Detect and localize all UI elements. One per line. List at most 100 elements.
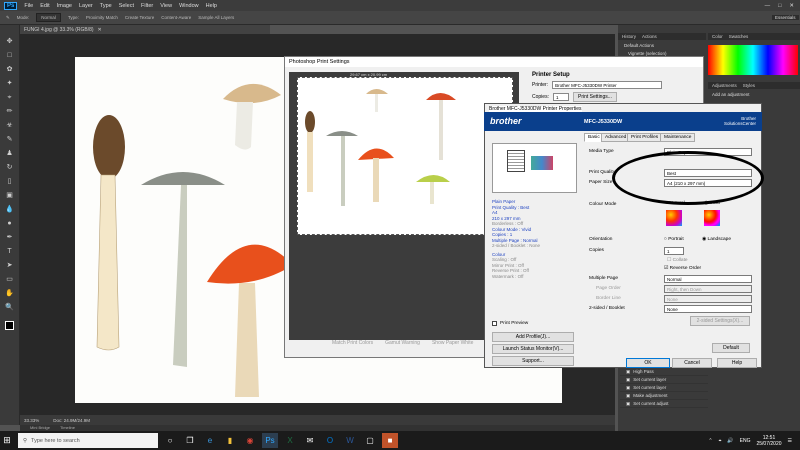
hand-tool-icon[interactable]: ✋: [5, 289, 14, 298]
quick-select-tool-icon[interactable]: ✦: [5, 79, 14, 88]
excel-icon[interactable]: X: [282, 433, 298, 448]
task-view-icon[interactable]: ❐: [182, 433, 198, 448]
close-icon[interactable]: ✕: [789, 3, 794, 9]
move-tool-icon[interactable]: ✥: [5, 37, 14, 46]
menu-view[interactable]: View: [160, 3, 172, 9]
collate-checkbox[interactable]: ☐ Collate: [667, 258, 688, 263]
printer-select[interactable]: Brother MFC-J5330DW Printer: [552, 81, 663, 89]
portrait-radio[interactable]: ○ Portrait: [664, 237, 684, 242]
chrome-icon[interactable]: ◉: [242, 433, 258, 448]
history-item[interactable]: ▣ Set current adjust: [620, 400, 708, 408]
menu-select[interactable]: Select: [119, 3, 134, 9]
tab-maintenance[interactable]: Maintenance: [660, 133, 696, 142]
cancel-button[interactable]: Cancel: [672, 358, 712, 368]
gradient-tool-icon[interactable]: ▣: [5, 191, 14, 200]
document-tab[interactable]: FUNGI 4.jpg @ 33.3% (RGB/8) ✕: [20, 25, 270, 34]
store-icon[interactable]: ▢: [362, 433, 378, 448]
eraser-tool-icon[interactable]: ▯: [5, 177, 14, 186]
color-spectrum[interactable]: [708, 45, 798, 75]
reverse-order-checkbox[interactable]: ☑ Reverse Order: [664, 266, 701, 271]
brush-tool-icon[interactable]: ✎: [5, 135, 14, 144]
menu-filter[interactable]: Filter: [141, 3, 153, 9]
support-button[interactable]: Support...: [492, 356, 574, 366]
brush-tool-icon[interactable]: ✎: [6, 15, 10, 21]
type-tool-icon[interactable]: T: [5, 247, 14, 256]
tray-expand-icon[interactable]: ⌃: [708, 438, 712, 444]
dodge-tool-icon[interactable]: ●: [5, 219, 14, 228]
gamut-warning-checkbox[interactable]: Gamut Warning: [385, 340, 420, 348]
windows-start-icon[interactable]: ⊞: [0, 431, 14, 450]
border-line-select[interactable]: None: [664, 295, 752, 303]
tab-print-profiles[interactable]: Print Profiles: [627, 133, 663, 142]
network-icon[interactable]: ⌖: [719, 438, 722, 444]
eyedropper-tool-icon[interactable]: ✏: [5, 107, 14, 116]
lasso-tool-icon[interactable]: ✿: [5, 65, 14, 74]
outlook-icon[interactable]: O: [322, 433, 338, 448]
blur-tool-icon[interactable]: 💧: [5, 205, 14, 214]
clone-stamp-tool-icon[interactable]: ♟: [5, 149, 14, 158]
tab-color[interactable]: Color: [712, 34, 723, 39]
tab-history[interactable]: History: [622, 34, 636, 39]
tab-advanced[interactable]: Advanced: [601, 133, 631, 142]
marquee-tool-icon[interactable]: □: [5, 51, 14, 60]
word-icon[interactable]: W: [342, 433, 358, 448]
notifications-icon[interactable]: ☰: [788, 438, 792, 444]
status-monitor-button[interactable]: Launch Status Monitor(V)...: [492, 344, 574, 354]
history-item[interactable]: ▣ High Pass: [620, 368, 708, 376]
mail-icon[interactable]: ✉: [302, 433, 318, 448]
menu-help[interactable]: Help: [206, 3, 217, 9]
tab-styles[interactable]: Styles: [743, 83, 755, 88]
zoom-level[interactable]: 33.33%: [24, 418, 39, 423]
print-preview-checkbox[interactable]: [492, 321, 497, 326]
edge-icon[interactable]: e: [202, 433, 218, 448]
menu-file[interactable]: File: [24, 3, 33, 9]
copies-spinner[interactable]: 1: [664, 247, 684, 255]
language-indicator[interactable]: ENG: [740, 438, 751, 444]
crop-tool-icon[interactable]: ⌖: [5, 93, 14, 102]
menu-layer[interactable]: Layer: [79, 3, 93, 9]
mode-select[interactable]: Normal: [36, 13, 61, 22]
maximize-icon[interactable]: □: [778, 3, 781, 9]
file-explorer-icon[interactable]: ▮: [222, 433, 238, 448]
menu-type[interactable]: Type: [100, 3, 112, 9]
match-print-colors-checkbox[interactable]: Match Print Colors: [332, 340, 373, 348]
cortana-icon[interactable]: ○: [162, 433, 178, 448]
app-icon[interactable]: ■: [382, 433, 398, 448]
taskbar-search-box[interactable]: ⚲ Type here to search: [18, 433, 158, 448]
tab-adjustments[interactable]: Adjustments: [712, 83, 737, 88]
help-button[interactable]: Help: [717, 358, 757, 368]
create-texture-radio[interactable]: Create Texture: [125, 15, 154, 20]
two-sided-select[interactable]: None: [664, 305, 752, 313]
shape-tool-icon[interactable]: ▭: [5, 275, 14, 284]
history-brush-tool-icon[interactable]: ↻: [5, 163, 14, 172]
pen-tool-icon[interactable]: ✒: [5, 233, 14, 242]
tab-swatches[interactable]: Swatches: [729, 34, 749, 39]
page-order-select[interactable]: Right, then Down: [664, 285, 752, 293]
path-selection-tool-icon[interactable]: ➤: [5, 261, 14, 270]
default-button[interactable]: Default: [712, 343, 750, 353]
workspace-select[interactable]: Essentials: [772, 15, 799, 20]
ok-button[interactable]: OK: [626, 358, 670, 368]
print-preview-option[interactable]: Print Preview: [492, 321, 528, 326]
menu-window[interactable]: Window: [179, 3, 199, 9]
history-item[interactable]: ▣ Make adjustment: [620, 392, 708, 400]
print-settings-button[interactable]: Print Settings...: [572, 92, 617, 102]
minimize-icon[interactable]: —: [765, 3, 771, 9]
proximity-match-radio[interactable]: Proximity Match: [86, 15, 118, 20]
copies-input[interactable]: 1: [552, 93, 569, 101]
zoom-tool-icon[interactable]: 🔍: [5, 303, 14, 312]
tab-actions[interactable]: Actions: [642, 34, 657, 39]
sample-all-layers-checkbox[interactable]: Sample All Layers: [198, 15, 234, 20]
two-sided-settings-button[interactable]: 2-sided Settings(X)...: [690, 316, 750, 326]
content-aware-radio[interactable]: Content-Aware: [161, 15, 191, 20]
history-item[interactable]: ▣ Set current layer: [620, 376, 708, 384]
menu-image[interactable]: Image: [57, 3, 72, 9]
history-item[interactable]: ▣ Set current layer: [620, 384, 708, 392]
show-paper-white-checkbox[interactable]: Show Paper White: [432, 340, 473, 348]
foreground-color-swatch[interactable]: [5, 321, 14, 330]
solutions-center-link[interactable]: Brother SolutionsCenter: [708, 116, 756, 126]
add-profile-button[interactable]: Add Profile(J)...: [492, 332, 574, 342]
taskbar-clock[interactable]: 12:51 25/07/2020: [756, 435, 781, 447]
healing-tool-icon[interactable]: ☣: [5, 121, 14, 130]
multiple-page-select[interactable]: Normal: [664, 275, 752, 283]
